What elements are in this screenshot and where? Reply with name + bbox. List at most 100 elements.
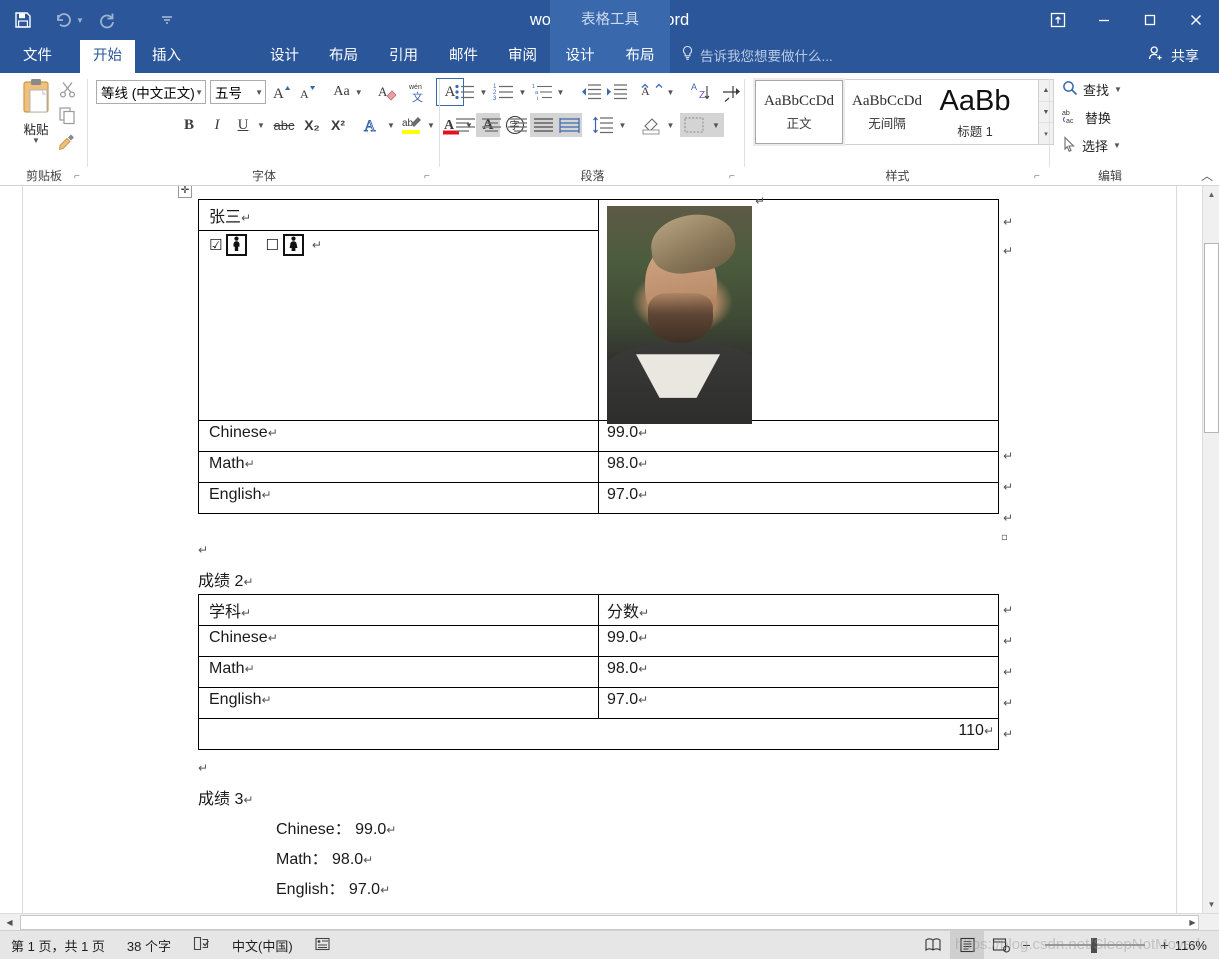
cell-score[interactable]: 97.0↵ (598, 687, 999, 719)
shrink-font-button[interactable]: A (296, 80, 320, 104)
tab-layout[interactable]: 布局 (316, 40, 371, 73)
distributed-button[interactable] (556, 113, 582, 137)
cell-score[interactable]: 99.0↵ (598, 420, 999, 452)
tell-me-box[interactable]: 告诉我您想要做什么... (680, 40, 833, 73)
horizontal-scrollbar[interactable]: ◀ ▶ (0, 913, 1219, 930)
borders-button[interactable] (680, 113, 708, 137)
minimize-button[interactable] (1081, 0, 1127, 40)
cell-score[interactable]: 98.0↵ (598, 656, 999, 688)
style-no-spacing[interactable]: AaBbCcDd 无间隔 (843, 80, 931, 144)
scroll-left-icon[interactable]: ◀ (0, 914, 19, 931)
tab-file[interactable]: 文件 (10, 40, 65, 73)
word-count[interactable]: 38 个字 (116, 931, 182, 959)
tab-insert[interactable]: 插入 (139, 40, 194, 73)
superscript-button[interactable]: X² (326, 113, 350, 137)
style-normal[interactable]: AaBbCcDd 正文 (753, 78, 845, 146)
page-indicator[interactable]: 第 1 页，共 1 页 (0, 931, 116, 959)
heading-score-2[interactable]: 成绩 2↵ (198, 567, 253, 591)
table-scores-2[interactable]: 学科↵ 分数↵ Chinese↵ 99.0↵ Math↵ 98.0↵ Engli… (198, 594, 999, 750)
tab-table-layout[interactable]: 布局 (610, 40, 670, 73)
highlight-dropdown-icon[interactable]: ▼ (427, 121, 435, 130)
accessibility-status[interactable] (304, 931, 342, 959)
checkbox-female-unchecked[interactable]: ☐ (265, 236, 278, 254)
find-dropdown-icon[interactable]: ▼ (1114, 85, 1122, 94)
shading-button[interactable] (638, 113, 666, 137)
list-item[interactable]: English： 97.0↵ (276, 875, 390, 899)
close-button[interactable] (1173, 0, 1219, 40)
list-item[interactable]: Math： 98.0↵ (276, 845, 373, 869)
bullets-button[interactable] (452, 80, 478, 104)
align-right-button[interactable] (504, 113, 530, 137)
select-button[interactable]: 选择 ▼ (1062, 136, 1121, 155)
strikethrough-button[interactable]: abc (270, 113, 298, 137)
horizontal-scroll-track[interactable] (20, 915, 1199, 930)
scroll-right-icon[interactable]: ▶ (1183, 914, 1202, 931)
cell-subject[interactable]: Chinese↵ (198, 625, 599, 657)
style-heading-1[interactable]: AaBb 标题 1 (931, 80, 1019, 144)
tab-review[interactable]: 审阅 (495, 40, 550, 73)
replace-button[interactable]: ab ac 替换 (1062, 108, 1111, 127)
format-painter-button[interactable] (54, 129, 80, 153)
justify-button[interactable] (530, 113, 556, 137)
select-dropdown-icon[interactable]: ▼ (1113, 141, 1121, 150)
ribbon-display-options-icon[interactable] (1035, 0, 1081, 40)
proofing-status[interactable] (182, 931, 221, 959)
increase-indent-button[interactable] (604, 80, 630, 104)
find-button[interactable]: 查找 ▼ (1062, 80, 1122, 99)
decrease-indent-button[interactable] (578, 80, 604, 104)
numbering-dropdown-icon[interactable]: ▼ (519, 88, 527, 97)
font-name-combo[interactable]: 等线 (中文正文) ▼ (96, 80, 206, 104)
change-case-button[interactable]: Aa ▼ (328, 80, 368, 104)
cell-subject[interactable]: English↵ (198, 687, 599, 719)
document-canvas[interactable]: ✛ 张三↵ ↵ ☑ ☐ ↵ Chinese↵ 99.0↵ Math↵ 98.0↵… (0, 186, 1219, 913)
checkbox-male-checked[interactable]: ☑ (209, 236, 222, 254)
sort-button[interactable]: A (638, 80, 666, 104)
multilevel-dropdown-icon[interactable]: ▼ (557, 88, 565, 97)
underline-button[interactable]: U (232, 113, 254, 137)
vertical-scroll-thumb[interactable] (1204, 243, 1219, 433)
copy-button[interactable] (54, 103, 80, 127)
font-size-combo[interactable]: 五号 ▼ (210, 80, 266, 104)
table-profile[interactable]: 张三↵ ↵ ☑ ☐ ↵ Chinese↵ 99.0↵ Math↵ 98.0↵ E… (198, 194, 999, 514)
align-left-button[interactable] (452, 113, 478, 137)
bullets-dropdown-icon[interactable]: ▼ (480, 88, 488, 97)
scroll-down-icon[interactable]: ▼ (1203, 896, 1219, 913)
share-button[interactable]: 共享 (1136, 40, 1211, 73)
zoom-slider-thumb[interactable] (1090, 937, 1097, 953)
tab-references[interactable]: 引用 (376, 40, 431, 73)
vertical-scrollbar[interactable]: ▲ ▼ (1202, 186, 1219, 913)
cell-header-subject[interactable]: 学科↵ (198, 594, 599, 626)
line-spacing-dropdown-icon[interactable]: ▼ (619, 121, 627, 130)
read-mode-button[interactable] (916, 931, 950, 959)
shading-dropdown-icon[interactable]: ▼ (667, 121, 675, 130)
cell-name[interactable]: 张三↵ (198, 199, 599, 231)
grow-font-button[interactable]: A (270, 80, 294, 104)
cell-header-score[interactable]: 分数↵ (598, 594, 999, 626)
cut-button[interactable] (54, 77, 80, 101)
styles-dialog-launcher[interactable]: ⌐ (1034, 171, 1046, 183)
paste-dropdown-icon[interactable]: ▼ (32, 137, 40, 145)
text-effects-dropdown-icon[interactable]: ▼ (387, 121, 395, 130)
cell-subject[interactable]: Chinese↵ (198, 420, 599, 452)
web-layout-button[interactable] (984, 931, 1018, 959)
cell-subject[interactable]: English↵ (198, 482, 599, 514)
tab-mailings[interactable]: 邮件 (436, 40, 491, 73)
paragraph-marks-button[interactable] (718, 80, 744, 104)
cell-gender[interactable]: ☑ ☐ ↵ (198, 230, 599, 421)
text-effects-button[interactable]: A (360, 113, 386, 137)
cell-total[interactable]: 110↵ (198, 718, 999, 750)
align-center-button[interactable] (478, 113, 504, 137)
bold-button[interactable]: B (178, 113, 200, 137)
cell-score[interactable]: 99.0↵ (598, 625, 999, 657)
print-layout-button[interactable] (950, 930, 985, 959)
cell-score[interactable]: 97.0↵ (598, 482, 999, 514)
sort-dropdown-icon[interactable]: ▼ (667, 88, 675, 97)
italic-button[interactable]: I (206, 113, 228, 137)
cell-subject[interactable]: Math↵ (198, 656, 599, 688)
clear-formatting-button[interactable]: A (376, 80, 402, 104)
tab-table-design[interactable]: 设计 (550, 40, 610, 73)
collapse-ribbon-icon[interactable]: ︿ (1201, 167, 1213, 184)
font-size-dropdown-icon[interactable]: ▼ (255, 88, 263, 97)
line-spacing-button[interactable] (590, 113, 616, 137)
table-move-handle[interactable]: ✛ (178, 186, 192, 198)
